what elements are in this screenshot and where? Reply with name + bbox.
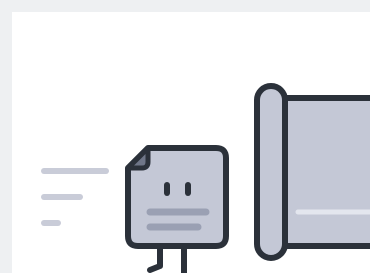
document-character-illustration	[41, 83, 370, 273]
left-leg	[147, 243, 163, 273]
document-folded-corner	[125, 145, 151, 171]
scroll-roller	[254, 83, 288, 261]
illustration-stage	[0, 0, 370, 273]
document-legs	[147, 243, 187, 273]
left-eye	[164, 182, 170, 196]
right-eye	[185, 182, 191, 196]
scroll-icon	[254, 83, 370, 261]
document-character-icon	[125, 145, 229, 249]
speed-lines	[41, 168, 109, 226]
